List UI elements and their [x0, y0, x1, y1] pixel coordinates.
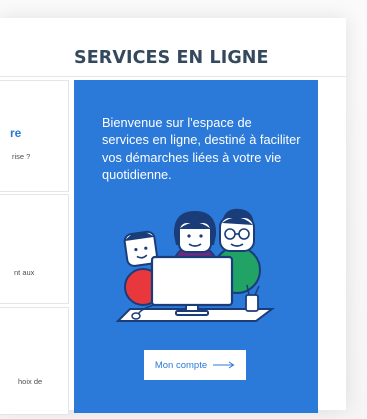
welcome-promo: Bienvenue sur l'espace de services en li…	[74, 80, 318, 413]
my-account-label: Mon compte	[154, 359, 208, 371]
page: SERVICES EN LIGNE re rise ? nt aux hoix …	[0, 0, 367, 419]
family-computer-illustration	[115, 208, 275, 322]
arrow-right-icon	[213, 361, 235, 369]
my-account-button[interactable]: Mon compte	[144, 350, 246, 380]
section-title: SERVICES EN LIGNE	[74, 48, 269, 68]
service-card-text: rise ?	[12, 152, 31, 161]
services-panel: SERVICES EN LIGNE re rise ? nt aux hoix …	[0, 18, 346, 415]
service-card-title[interactable]: re	[10, 126, 21, 140]
service-card-text: hoix de	[18, 377, 43, 386]
service-card-text: nt aux	[14, 268, 35, 277]
service-card[interactable]: re rise ?	[0, 80, 69, 192]
welcome-text: Bienvenue sur l'espace de services en li…	[102, 115, 301, 182]
divider	[0, 76, 346, 77]
service-card[interactable]: nt aux	[0, 194, 69, 304]
service-card[interactable]: hoix de	[0, 307, 69, 415]
